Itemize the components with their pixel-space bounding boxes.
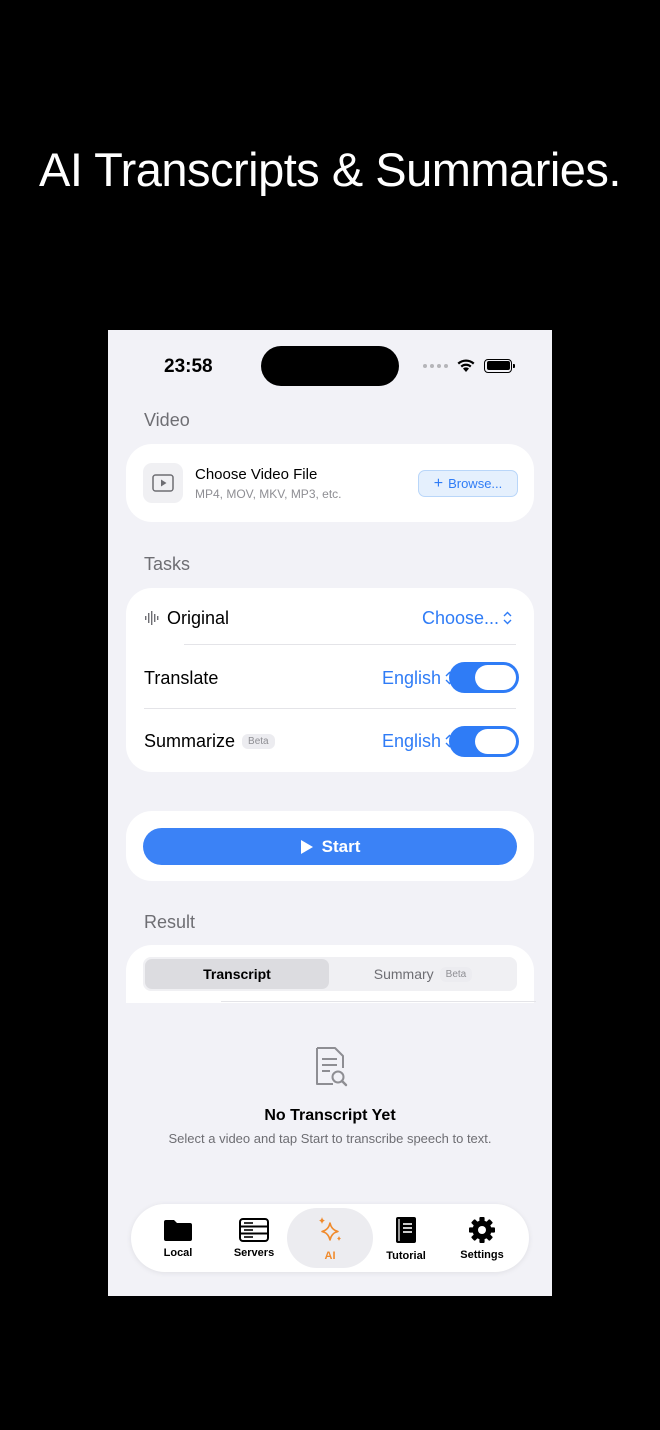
- status-icons: [423, 358, 515, 373]
- status-time: 23:58: [164, 356, 213, 377]
- row-divider: [184, 644, 516, 645]
- tab-local[interactable]: Local: [139, 1208, 217, 1268]
- task-row-summarize: Summarize Beta English: [126, 711, 534, 771]
- summarize-label: Summarize: [144, 730, 236, 751]
- result-section-label: Result: [144, 912, 196, 932]
- start-button[interactable]: Start: [143, 828, 517, 865]
- tab-tutorial-label: Tutorial: [386, 1249, 426, 1262]
- result-divider: [221, 1001, 536, 1002]
- book-icon: [396, 1216, 416, 1243]
- start-button-label: Start: [321, 836, 361, 856]
- choose-video-title: Choose Video File: [195, 466, 318, 483]
- cellular-signal-icon: [423, 363, 448, 368]
- video-section-label: Video: [144, 410, 190, 430]
- document-search-icon: [316, 1047, 348, 1087]
- up-down-chevron-icon: [503, 611, 512, 625]
- browse-button-label: Browse...: [448, 476, 503, 491]
- empty-state-title: No Transcript Yet: [264, 1107, 396, 1124]
- tab-settings-label: Settings: [460, 1248, 504, 1261]
- sparkles-icon: [319, 1216, 341, 1241]
- original-label: Original: [167, 607, 230, 628]
- tab-bar: Local Servers AI Tutorial Settings: [131, 1204, 529, 1272]
- waveform-icon: [145, 611, 159, 625]
- original-label-group: Original: [144, 608, 229, 629]
- summarize-picker-value: English: [382, 730, 442, 751]
- task-row-original: Original Choose...: [126, 588, 534, 648]
- summarize-toggle[interactable]: [449, 726, 519, 757]
- plus-icon: +: [433, 474, 444, 492]
- beta-badge: Beta: [242, 733, 275, 749]
- task-row-translate: Translate English: [126, 648, 534, 708]
- tab-ai-label: AI: [324, 1249, 336, 1262]
- original-language-picker[interactable]: Choose...: [422, 608, 512, 629]
- dynamic-island: [261, 346, 399, 386]
- translate-toggle[interactable]: [449, 662, 519, 693]
- tab-summary-label: Summary: [373, 966, 434, 982]
- translate-picker-value: English: [382, 667, 442, 688]
- tab-summary[interactable]: Summary Beta: [331, 959, 515, 989]
- translate-label: Translate: [144, 667, 219, 688]
- server-icon: [239, 1217, 269, 1242]
- gear-icon: [469, 1216, 495, 1243]
- battery-icon: [484, 358, 515, 373]
- result-segmented-control: Transcript Summary Beta: [143, 957, 517, 991]
- video-file-icon: [143, 463, 183, 503]
- tab-local-label: Local: [163, 1246, 193, 1259]
- translate-language-picker[interactable]: English: [382, 668, 454, 689]
- tab-tutorial[interactable]: Tutorial: [367, 1208, 445, 1268]
- tab-settings[interactable]: Settings: [443, 1208, 521, 1268]
- promo-headline: AI Transcripts & Summaries.: [39, 143, 622, 196]
- browse-button[interactable]: + Browse...: [418, 470, 518, 497]
- wifi-icon: [457, 359, 475, 372]
- tasks-section-label: Tasks: [144, 554, 191, 574]
- summarize-label-group: Summarize Beta: [144, 731, 275, 752]
- tab-transcript[interactable]: Transcript: [145, 959, 329, 989]
- tab-servers[interactable]: Servers: [215, 1208, 293, 1268]
- tab-transcript-label: Transcript: [203, 966, 271, 982]
- original-picker-value: Choose...: [422, 607, 500, 628]
- row-divider: [144, 708, 516, 709]
- tab-ai[interactable]: AI: [287, 1208, 373, 1268]
- tasks-card: Original Choose... Translate English Sum…: [126, 588, 534, 772]
- empty-state-subtitle: Select a video and tap Start to transcri…: [168, 1131, 492, 1146]
- summarize-language-picker[interactable]: English: [382, 731, 454, 752]
- phone-screen: 23:58 Video Choose Video File MP4, MOV, …: [108, 330, 552, 1296]
- start-card: Start: [126, 811, 534, 881]
- video-picker-card[interactable]: Choose Video File MP4, MOV, MKV, MP3, et…: [126, 444, 534, 522]
- beta-badge: Beta: [439, 966, 473, 982]
- video-formats-hint: MP4, MOV, MKV, MP3, etc.: [195, 487, 342, 501]
- folder-icon: [164, 1219, 192, 1241]
- tab-servers-label: Servers: [233, 1246, 275, 1259]
- play-icon: [300, 839, 313, 854]
- result-card: Transcript Summary Beta: [126, 945, 536, 1003]
